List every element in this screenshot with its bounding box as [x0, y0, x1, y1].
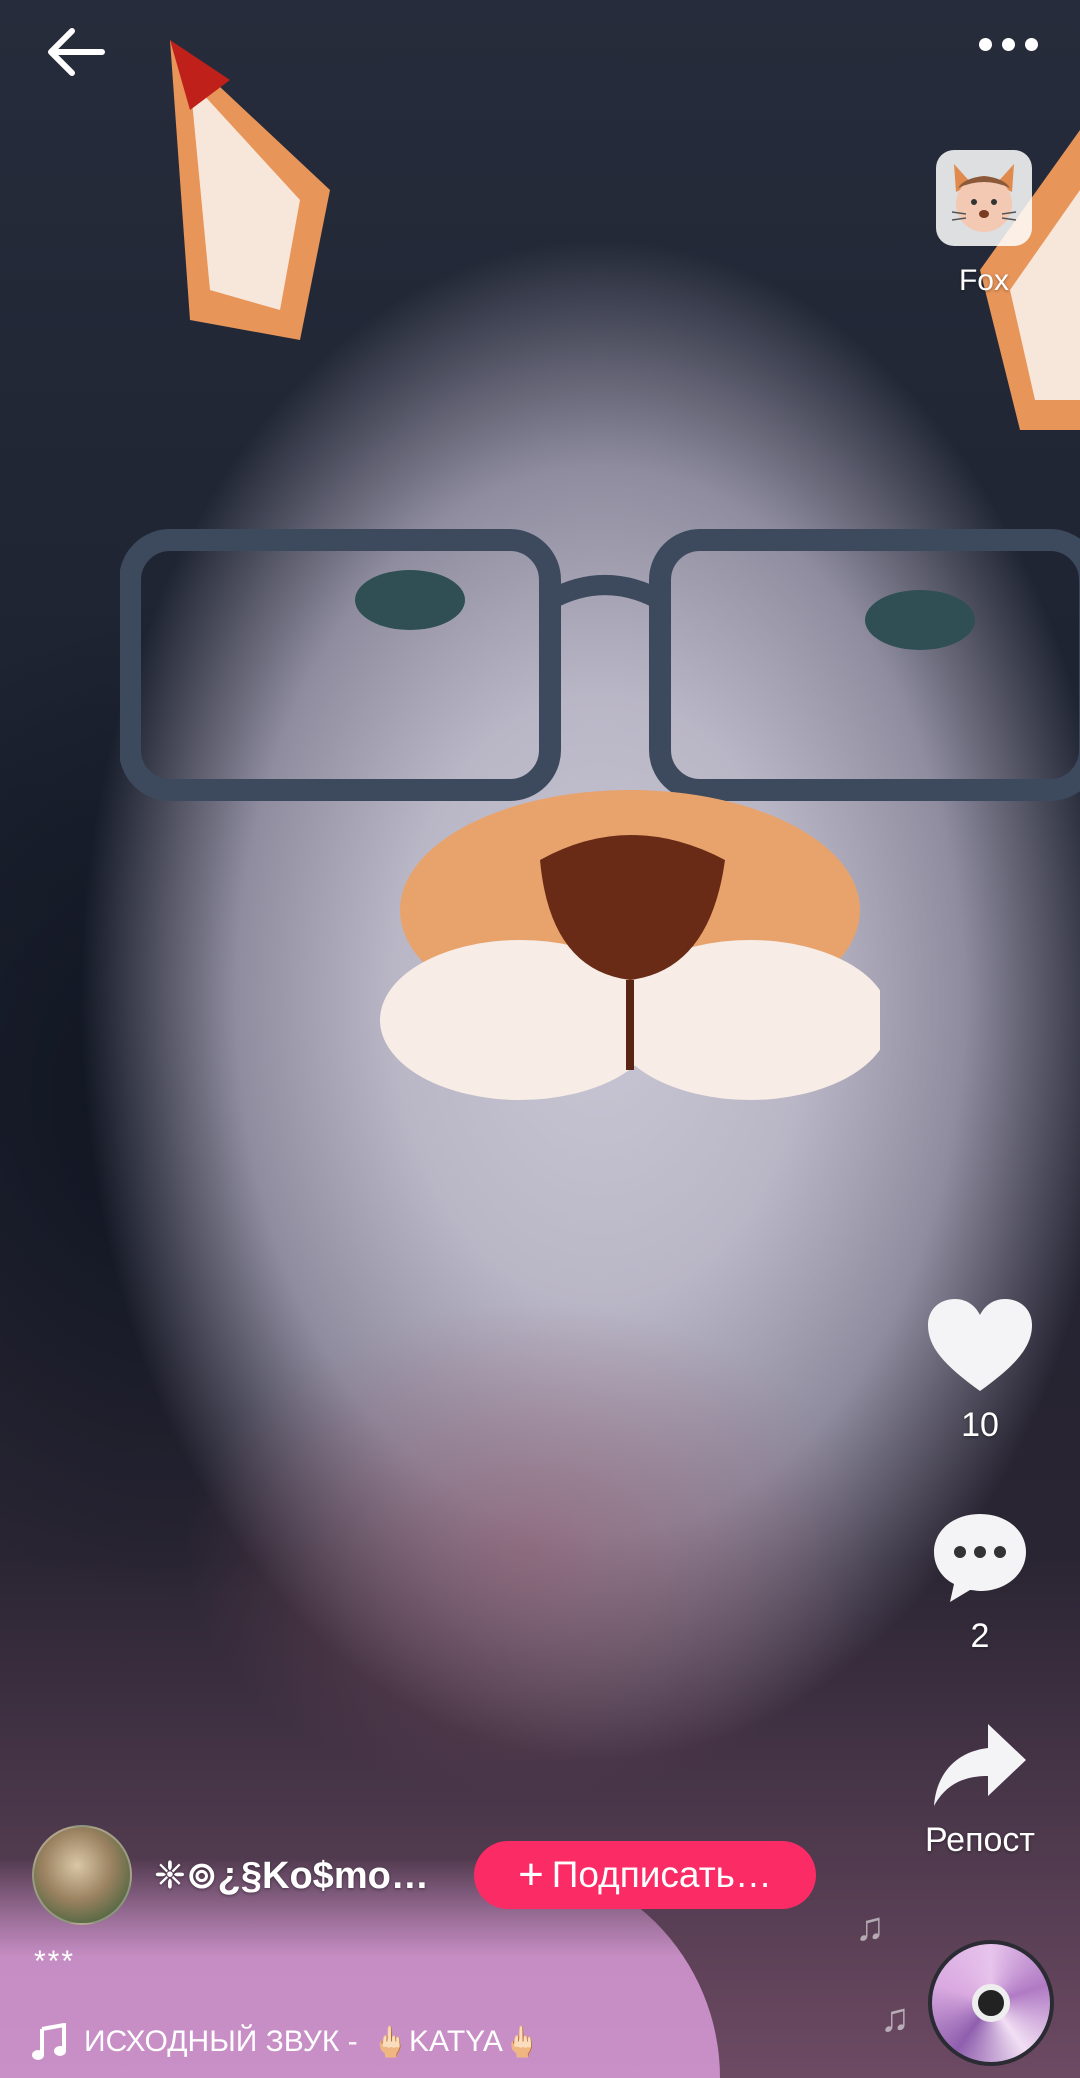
author-name[interactable]: ❈⊚¿§Ko$mo… — [154, 1853, 444, 1898]
repost-arrow-icon — [934, 1724, 1026, 1806]
floating-note-icon: ♫ — [855, 1905, 885, 1949]
music-prefix: ИСХОДНЫЙ ЗВУК - — [84, 2025, 358, 2058]
avatar[interactable] — [32, 1825, 132, 1925]
more-dots-icon — [978, 37, 992, 51]
subscribe-button[interactable]: + Подписать… — [474, 1841, 816, 1909]
effect-label: Fox — [958, 264, 1009, 297]
hand-emoji-right: 🖕🏻 — [502, 2025, 541, 2059]
more-options-button[interactable] — [966, 14, 1050, 74]
video-caption: *** — [34, 1945, 76, 1978]
fox-muzzle-overlay — [380, 790, 880, 1100]
comment-button[interactable]: 2 — [910, 1510, 1050, 1656]
floating-note-icon: ♫ — [880, 1996, 910, 2040]
repost-label: Репост — [925, 1821, 1035, 1859]
like-count: 10 — [961, 1406, 999, 1444]
comment-bubble-icon — [934, 1514, 1026, 1602]
comment-count: 2 — [970, 1617, 990, 1655]
music-artist: KATYA — [409, 2025, 503, 2058]
video-player[interactable]: Fox 10 2 Репост ❈⊚¿§Ko$mo… + Подписать… — [0, 0, 1080, 2078]
music-disc[interactable] — [928, 1940, 1054, 2066]
like-button[interactable]: 10 — [910, 1295, 1050, 1445]
back-button[interactable] — [40, 16, 112, 88]
music-note-icon — [32, 2023, 66, 2060]
hand-emoji-left: 🖕🏻 — [371, 2025, 410, 2059]
plus-icon: + — [518, 1850, 544, 1899]
music-info[interactable]: ИСХОДНЫЙ ЗВУК - 🖕🏻 KATYA 🖕🏻 — [32, 2014, 592, 2070]
disc-center — [972, 1984, 1010, 2022]
effect-badge[interactable]: Fox — [924, 150, 1044, 298]
video-shade — [180, 1300, 880, 1800]
fox-face-icon — [936, 150, 1032, 246]
fox-ear-left — [170, 40, 330, 340]
subscribe-label: Подписать… — [551, 1854, 772, 1895]
author-row: ❈⊚¿§Ko$mo… + Подписать… — [32, 1825, 816, 1925]
repost-button[interactable]: Репост — [910, 1720, 1050, 1860]
arrow-left-icon — [48, 28, 105, 76]
heart-icon — [928, 1299, 1032, 1391]
